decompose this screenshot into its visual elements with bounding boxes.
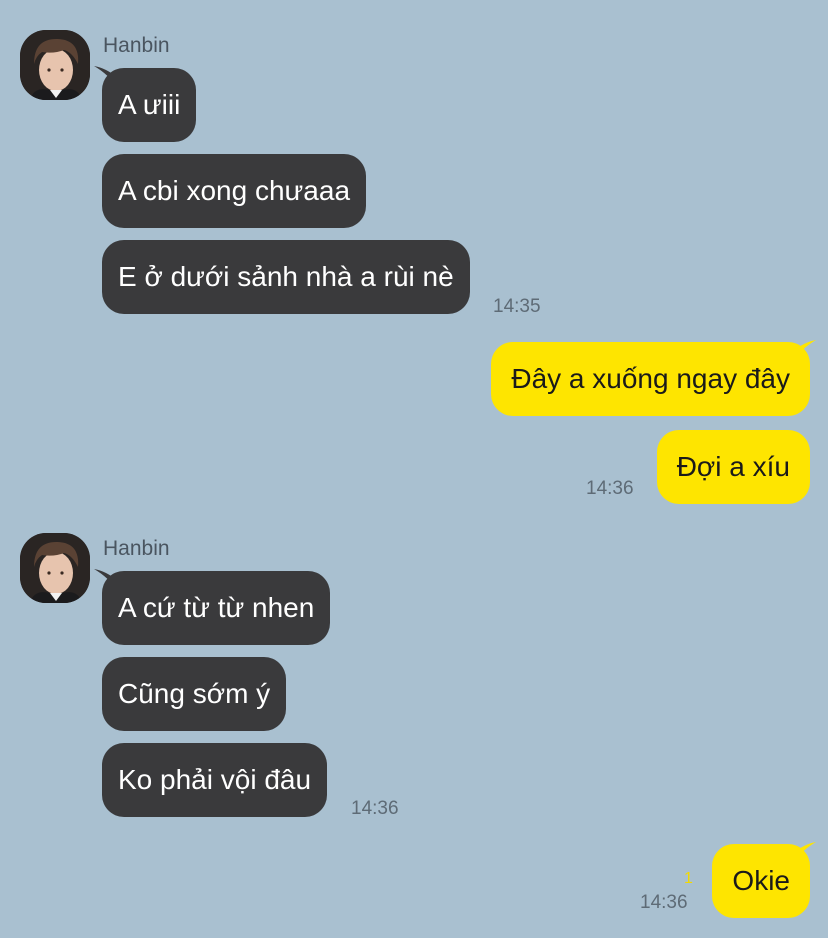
message-timestamp: 14:36 (586, 478, 634, 499)
outgoing-message-bubble[interactable]: Okie (712, 844, 810, 918)
unread-count: 1 (684, 870, 693, 887)
message-timestamp: 14:35 (493, 296, 541, 317)
outgoing-message-bubble[interactable]: Đây a xuống ngay đây (491, 342, 810, 416)
message-timestamp: 14:36 (640, 892, 688, 913)
avatar[interactable] (20, 533, 90, 603)
outgoing-message-bubble[interactable]: Đợi a xíu (656, 430, 810, 504)
incoming-message-bubble[interactable]: E ở dưới sảnh nhà a rùi nè (102, 240, 470, 314)
profile-photo-icon (20, 30, 90, 100)
sender-name: Hanbin (103, 537, 170, 560)
incoming-message-bubble[interactable]: A ưiii (102, 68, 197, 142)
sender-name: Hanbin (103, 34, 170, 57)
incoming-message-bubble[interactable]: Cũng sớm ý (102, 657, 287, 731)
incoming-message-bubble[interactable]: A cbi xong chưaaa (102, 154, 367, 228)
message-timestamp: 14:36 (351, 798, 399, 819)
profile-photo-icon (20, 533, 90, 603)
incoming-message-bubble[interactable]: A cứ từ từ nhen (102, 571, 331, 645)
incoming-message-bubble[interactable]: Ko phải vội đâu (102, 743, 328, 817)
chat-room: Hanbin A ưiii A cbi xong chưaaa E ở dưới… (0, 0, 828, 938)
avatar[interactable] (20, 30, 90, 100)
